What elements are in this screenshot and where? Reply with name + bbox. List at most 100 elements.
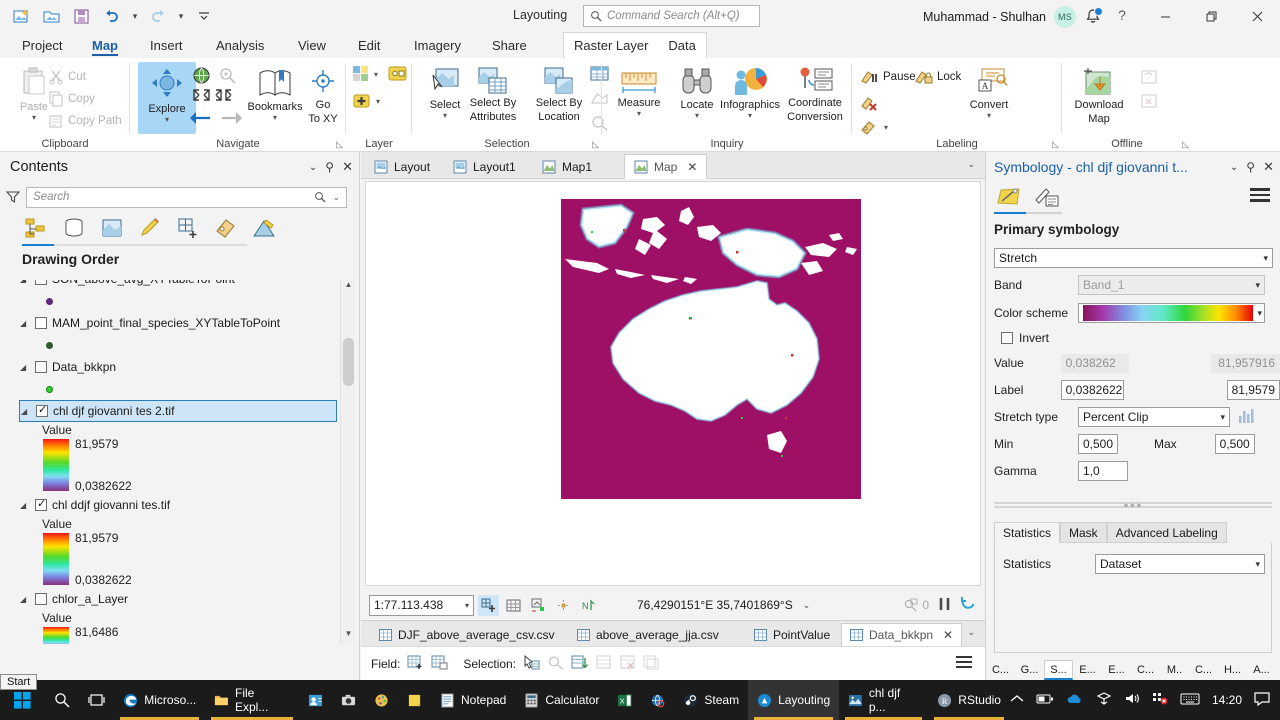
remove-replica-button[interactable] xyxy=(1140,90,1159,112)
taskbar-item-calculator[interactable]: Calculator xyxy=(515,680,608,720)
help-icon[interactable]: ? xyxy=(1112,7,1132,23)
selection-dialog-launcher[interactable]: ◺ xyxy=(592,139,599,150)
go-to-xy-button[interactable]: Go To XY xyxy=(294,62,352,125)
calculate-field-icon[interactable] xyxy=(431,655,448,673)
list-by-selection-icon[interactable] xyxy=(98,214,126,242)
view-tab-layout[interactable]: Layout xyxy=(365,154,439,179)
onedrive-icon[interactable] xyxy=(1066,693,1084,708)
tab-statistics[interactable]: Statistics xyxy=(994,522,1061,543)
previous-extent-icon[interactable] xyxy=(188,110,212,126)
contents-scrollbar[interactable]: ▲ ▼ xyxy=(340,280,355,644)
close-icon[interactable] xyxy=(1234,0,1280,32)
symbology-menu-icon[interactable]: ⌄ xyxy=(1230,162,1238,173)
list-by-editing-icon[interactable] xyxy=(136,214,164,242)
cut-button[interactable]: Cut xyxy=(48,66,86,88)
show-hidden-icons[interactable] xyxy=(1010,693,1024,707)
add-preset-layer-button[interactable]: ▾ xyxy=(352,63,378,85)
contents-pin-icon[interactable]: ⚲ xyxy=(325,160,334,174)
expand-arrow-icon[interactable]: ◢ xyxy=(20,280,30,284)
ribbon-tab-edit[interactable]: Edit xyxy=(348,32,390,58)
ribbon-tab-project[interactable]: Project xyxy=(12,32,72,58)
ribbon-tab-view[interactable]: View xyxy=(288,32,336,58)
undo-dropdown-icon[interactable]: ▾ xyxy=(128,3,142,29)
table-tab-data-bkkpn[interactable]: Data_bkkpn ✕ xyxy=(841,623,963,647)
select-dropdown-icon[interactable]: ▾ xyxy=(443,111,447,120)
copy-selection-icon[interactable] xyxy=(643,655,660,673)
chevron-down-icon[interactable]: ▾ xyxy=(1255,559,1260,570)
taskbar-item-file-explorer[interactable]: File Expl... xyxy=(205,680,299,720)
gamma-input[interactable]: 1,0 xyxy=(1078,461,1128,481)
list-by-data-source-icon[interactable] xyxy=(60,214,88,242)
table-row[interactable]: ◢ Data_bkkpn xyxy=(10,356,337,378)
select-features-icon[interactable] xyxy=(528,595,549,616)
new-project-icon[interactable] xyxy=(8,3,36,29)
refresh-icon[interactable] xyxy=(960,596,976,615)
taskbar-item-arcgis-pro[interactable]: Layouting xyxy=(748,680,840,720)
scrollbar-thumb[interactable] xyxy=(343,338,354,386)
taskbar-item-globe[interactable] xyxy=(641,680,674,720)
pause-drawing-icon[interactable] xyxy=(938,597,951,614)
symbology-pin-icon[interactable]: ⚲ xyxy=(1246,160,1255,174)
expand-arrow-icon[interactable]: ◢ xyxy=(20,595,30,604)
chevron-down-icon[interactable]: ▾ xyxy=(1257,308,1262,319)
infographics-dropdown-icon[interactable]: ▾ xyxy=(748,111,752,120)
antivirus-icon[interactable] xyxy=(1152,692,1168,708)
expand-arrow-icon[interactable]: ◢ xyxy=(20,363,30,372)
taskbar-item-rstudio[interactable]: R RStudio xyxy=(928,680,1010,720)
measure-button[interactable]: Measure ▾ xyxy=(610,66,668,118)
undo-icon[interactable] xyxy=(98,3,126,29)
symbology-tab-icon[interactable] xyxy=(994,184,1024,210)
clear-selection-table-icon[interactable] xyxy=(595,655,612,673)
view-tab-map1[interactable]: Map1 xyxy=(533,154,601,179)
query-layer-button[interactable] xyxy=(388,63,407,85)
table-tab-pointvalue[interactable]: PointValue xyxy=(746,623,838,647)
explore-dropdown-icon[interactable]: ▾ xyxy=(165,115,169,124)
table-tabs-overflow-icon[interactable]: ⌄ xyxy=(967,627,975,638)
dock-tab-6[interactable]: M.. xyxy=(1160,660,1189,680)
expand-arrow-icon[interactable]: ◢ xyxy=(20,319,30,328)
dock-tab-symbology[interactable]: S... xyxy=(1044,660,1073,680)
chevron-down-icon[interactable]: ▾ xyxy=(1255,280,1260,291)
labeling-dialog-launcher[interactable]: ◺ xyxy=(1052,139,1059,150)
coordinate-conversion-button[interactable]: Coordinate Conversion xyxy=(782,62,848,123)
minimize-icon[interactable] xyxy=(1142,0,1188,32)
ribbon-tab-raster-layer[interactable]: Raster Layer xyxy=(564,33,658,59)
layer-checkbox[interactable] xyxy=(35,593,47,605)
navigate-dialog-launcher[interactable]: ◺ xyxy=(336,139,343,150)
map-canvas[interactable] xyxy=(365,181,981,586)
add-data-dropdown-icon[interactable]: ▾ xyxy=(376,97,380,106)
view-tabs-overflow-icon[interactable]: ⌄ xyxy=(967,159,975,170)
variables-tab-icon[interactable] xyxy=(1032,184,1062,210)
dock-tab-7[interactable]: C... xyxy=(1189,660,1218,680)
locate-dropdown-icon[interactable]: ▾ xyxy=(695,111,699,120)
table-row[interactable]: ◢ MAM_point_final_species_XYTableToPoint xyxy=(10,312,337,334)
map-scale-input[interactable]: 1:77.113.438 ▾ xyxy=(369,594,474,616)
list-by-labeling-icon[interactable] xyxy=(212,214,240,242)
table-row[interactable]: ◢ chl djf giovanni tes 2.tif xyxy=(19,400,337,422)
next-extent-icon[interactable] xyxy=(220,110,244,126)
ribbon-tab-share[interactable]: Share xyxy=(482,32,537,58)
next-extent-grid-icon[interactable] xyxy=(214,88,233,102)
invert-checkbox-box[interactable] xyxy=(1001,332,1013,344)
select-by-attributes-button[interactable]: Select By Attributes xyxy=(460,62,526,123)
view-tab-map[interactable]: Map ✕ xyxy=(624,154,708,179)
list-by-charts-icon[interactable] xyxy=(250,214,278,242)
layer-checkbox[interactable] xyxy=(35,280,47,285)
band-select[interactable]: Band_1 ▾ xyxy=(1078,275,1265,295)
table-row[interactable]: ◢ chl ddjf giovanni tes.tif xyxy=(10,494,337,516)
invert-checkbox[interactable]: Invert xyxy=(1001,331,1049,345)
close-icon[interactable]: ✕ xyxy=(943,628,953,642)
paste-dropdown-icon[interactable]: ▾ xyxy=(32,113,36,122)
remove-labeling-button[interactable] xyxy=(860,92,879,114)
account-area[interactable]: Muhammad - Shulhan MS xyxy=(923,6,1103,28)
taskbar-search-icon[interactable] xyxy=(45,680,79,720)
expand-arrow-icon[interactable]: ◢ xyxy=(21,407,31,416)
layer-checkbox[interactable] xyxy=(35,317,47,329)
delete-selection-icon[interactable] xyxy=(619,655,636,673)
dock-tab-0[interactable]: C... xyxy=(986,660,1015,680)
scroll-down-icon[interactable]: ▼ xyxy=(341,629,356,644)
keyboard-icon[interactable] xyxy=(1180,693,1200,708)
chevron-down-icon[interactable]: ▾ xyxy=(1263,253,1268,264)
statistics-select[interactable]: Dataset ▾ xyxy=(1095,554,1265,574)
sync-replica-button[interactable] xyxy=(1140,66,1159,88)
